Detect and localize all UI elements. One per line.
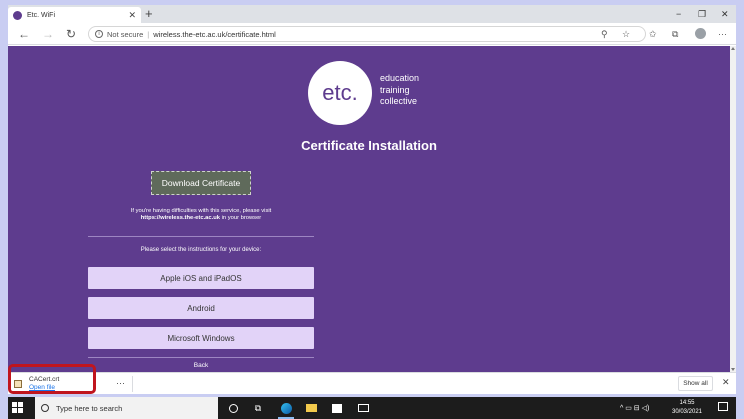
browser-window: Etc. WiFi ✕ + − ❐ ✕ ← → ↻ i Not secure |… [8,5,736,394]
url-separator: | [147,29,150,39]
show-all-button[interactable]: Show all [678,376,713,391]
help-url: https://wireless.the-etc.ac.uk [140,215,220,221]
page-title: Certificate Installation [301,138,437,153]
collections-icon[interactable]: ⧉ [672,27,678,41]
help-line-2: https://wireless.the-etc.ac.uk in your b… [88,215,314,222]
help-text: If you're having difficulties with this … [88,208,314,222]
etc-logo: etc. [308,61,372,125]
zoom-icon[interactable]: ⚲ [601,27,608,41]
edge-icon[interactable] [279,401,293,415]
file-explorer-icon[interactable] [304,401,318,415]
restore-button[interactable]: ❐ [698,7,706,21]
favorites-icon[interactable]: ✩ [649,27,657,41]
profile-avatar[interactable] [695,28,706,39]
help-line-1: If you're having difficulties with this … [130,208,272,214]
windows-taskbar: Type here to search ⧉ ^ ▭ ⊟ ◁) 14:55 30/… [8,397,736,419]
taskbar-search-box[interactable]: Type here to search [35,397,218,419]
search-placeholder: Type here to search [56,403,123,413]
logo-line-training: training [380,84,410,95]
download-shelf: CACert.crt Open file ··· Show all ✕ [8,372,736,394]
download-more-icon[interactable]: ··· [116,378,125,388]
help-line-2-suffix: in your browser [220,215,262,221]
shelf-separator [132,376,133,392]
microsoft-windows-button[interactable]: Microsoft Windows [88,327,314,349]
window-close-button[interactable]: ✕ [721,7,729,21]
reload-button[interactable]: ↻ [66,26,76,42]
task-view-icon[interactable]: ⧉ [251,401,265,415]
logo-line-collective: collective [380,96,418,106]
clock-time: 14:55 [679,400,695,406]
system-tray[interactable]: ^ ▭ ⊟ ◁) [620,397,649,419]
clock-date: 30/03/2021 [671,408,703,415]
windows-start-icon[interactable] [12,402,23,413]
divider [88,236,314,237]
etc-favicon-icon [13,10,22,20]
url-field[interactable]: i Not secure | wireless.the-etc.ac.uk/ce… [88,26,646,42]
address-bar: ← → ↻ i Not secure | wireless.the-etc.ac… [8,23,736,45]
android-button[interactable]: Android [88,297,314,319]
tray-icons[interactable]: ^ ▭ ⊟ ◁) [620,404,649,412]
scroll-down-icon[interactable] [731,368,735,371]
download-highlight-box [8,364,96,394]
scroll-up-icon[interactable] [731,47,735,50]
tab-title: Etc. WiFi [27,11,55,19]
page-scrollbar[interactable] [730,46,736,372]
tab-strip: Etc. WiFi ✕ + − ❐ ✕ [8,5,736,23]
back-button[interactable]: ← [18,26,30,42]
minimize-button[interactable]: − [676,7,681,21]
logo-mark: etc. [322,80,358,105]
favorite-star-icon[interactable]: ☆ [622,27,630,41]
apple-ios-button[interactable]: Apple iOS and iPadOS [88,267,314,289]
page-content: etc. education training collective Certi… [8,46,736,372]
divider-bottom [88,357,314,358]
mail-icon[interactable] [356,401,370,415]
back-link[interactable]: Back [88,362,314,369]
logo-text: education training collective [380,73,419,108]
shelf-close-icon[interactable]: ✕ [722,377,730,388]
tab-close-icon[interactable]: ✕ [128,10,136,21]
device-select-label: Please select the instructions for your … [140,247,262,253]
notification-icon[interactable] [718,402,728,411]
taskbar-clock[interactable]: 14:55 30/03/2021 [670,399,704,416]
search-icon [41,404,49,412]
not-secure-label[interactable]: Not secure [107,30,143,39]
download-certificate-button[interactable]: Download Certificate [151,171,251,195]
store-icon[interactable] [330,401,344,415]
info-icon[interactable]: i [95,30,103,38]
logo-line-education: education [380,73,420,83]
cortana-icon[interactable] [226,401,240,415]
new-tab-button[interactable]: + [145,6,153,22]
forward-button[interactable]: → [42,26,54,42]
url-text[interactable]: wireless.the-etc.ac.uk/certificate.html [153,30,276,39]
more-menu-icon[interactable]: ··· [718,27,727,41]
tab-etc-wifi[interactable]: Etc. WiFi ✕ [8,7,141,23]
